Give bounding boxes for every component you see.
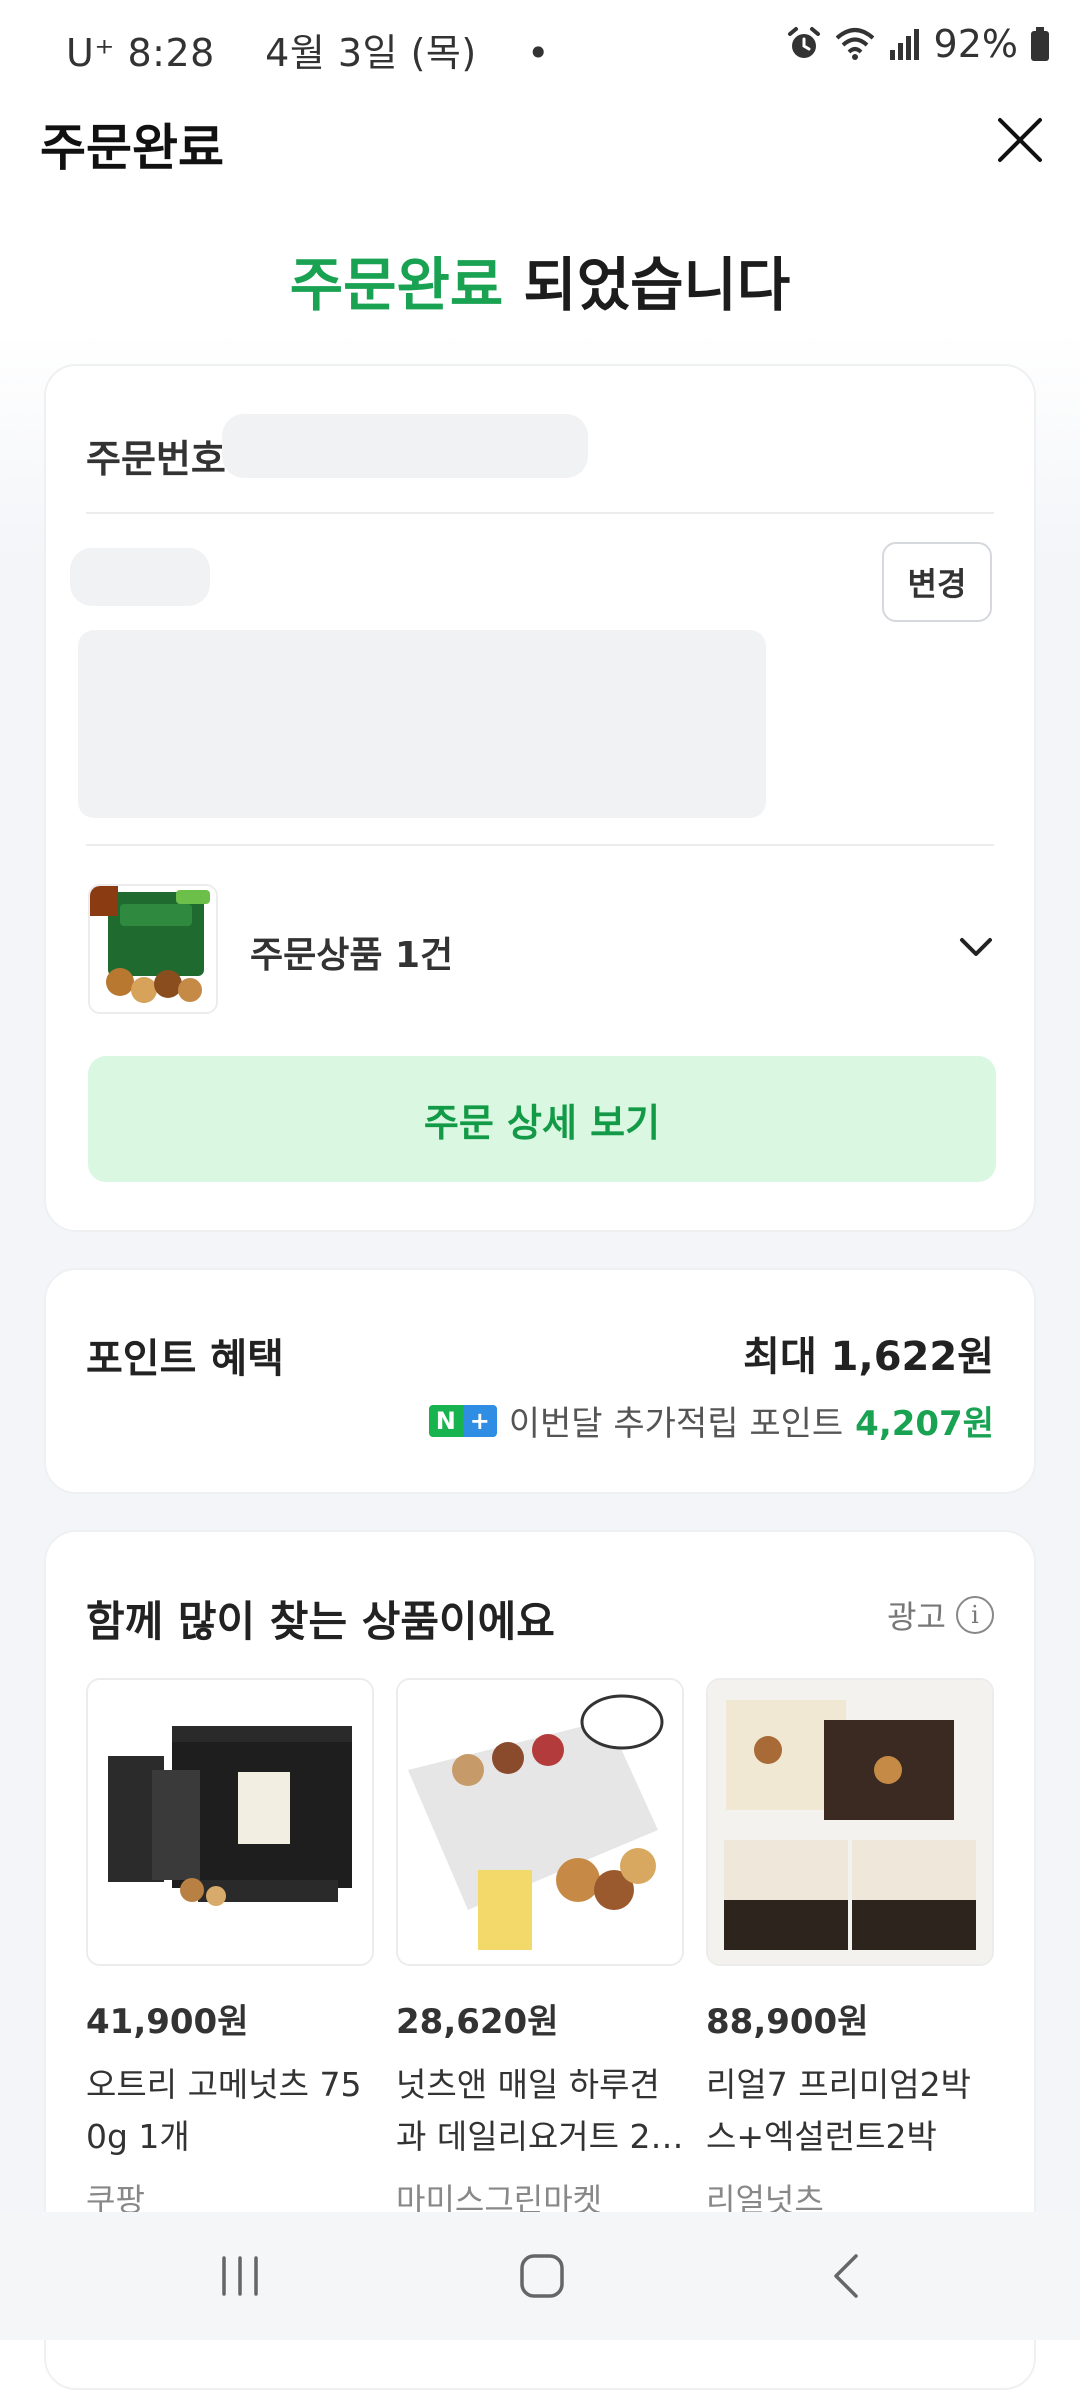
product-price: 28,620원 <box>396 2002 559 2042</box>
change-address-button[interactable]: 변경 <box>882 542 992 622</box>
headline-rest: 되었습니다 <box>503 251 791 319</box>
product-card[interactable]: 88,900원 리얼7 프리미엄2박스+엑설런트2박스… 리얼넛츠 <box>706 1678 994 2221</box>
order-number-label: 주문번호 <box>86 437 226 481</box>
date: 4월 3일 (목) <box>265 31 477 75</box>
order-detail-button[interactable]: 주문 상세 보기 <box>88 1056 996 1182</box>
product-card[interactable]: 41,900원 오트리 고메넛츠 750g 1개 쿠팡 <box>86 1678 374 2221</box>
signal-icon <box>889 29 919 60</box>
status-right: 92% <box>786 22 1050 66</box>
points-title: 포인트 혜택 <box>86 1336 284 1382</box>
product-card[interactable]: 28,620원 넛츠앤 매일 하루견과 데일리요거트 2… 마미스그린마켓 <box>396 1678 684 2221</box>
product-name[interactable]: 오트리 고메넛츠 750g 1개 <box>86 2059 374 2163</box>
page-title: 주문완료 <box>40 119 224 177</box>
points-benefit-card: 포인트 혜택 최대 1,622원 N + 이번달 추가적립 포인트 4,207원 <box>44 1268 1036 1494</box>
info-icon[interactable]: i <box>956 1596 994 1634</box>
back-icon[interactable] <box>818 2250 878 2302</box>
status-bar: U⁺ 8:28 4월 3일 (목) • 92% <box>0 0 1080 96</box>
completion-headline: 주문완료 되었습니다 <box>0 238 1080 322</box>
headline-accent: 주문완료 <box>289 251 504 319</box>
wifi-icon <box>835 28 874 60</box>
naver-plus-icon: N + <box>428 1404 497 1437</box>
close-icon[interactable] <box>992 112 1048 168</box>
order-number-masked <box>222 414 588 478</box>
order-item-count[interactable]: 주문상품 1건 <box>250 926 453 978</box>
notification-dot: • <box>527 31 550 75</box>
address-masked <box>78 630 766 818</box>
clock: 8:28 <box>127 31 215 75</box>
points-extra-label: 이번달 추가적립 포인트 <box>508 1404 844 1444</box>
product-name[interactable]: 리얼7 프리미엄2박스+엑설런트2박스… <box>706 2059 994 2163</box>
product-image[interactable] <box>396 1678 684 1966</box>
recommendation-title: 함께 많이 찾는 상품이에요 <box>86 1597 555 1646</box>
order-summary-card: 주문번호 변경 주문상품 1건 주문 상세 보기 <box>44 364 1036 1232</box>
battery-icon <box>1031 27 1049 61</box>
product-price: 88,900원 <box>706 2002 869 2042</box>
nut-package-image <box>90 886 216 1012</box>
points-extra-value: 4,207원 <box>855 1404 994 1444</box>
product-image[interactable] <box>706 1678 994 1966</box>
system-navigation-bar <box>0 2212 1080 2340</box>
points-extra-row: N + 이번달 추가적립 포인트 4,207원 <box>428 1396 994 1445</box>
recipient-name-masked <box>70 548 210 606</box>
nut-pouch-image <box>398 1680 682 1964</box>
product-image[interactable] <box>86 1678 374 1966</box>
ad-label[interactable]: 광고 i <box>887 1592 994 1638</box>
ad-text: 광고 <box>887 1598 946 1636</box>
status-left: U⁺ 8:28 4월 3일 (목) • <box>66 22 550 77</box>
divider <box>86 844 994 846</box>
product-name[interactable]: 넛츠앤 매일 하루견과 데일리요거트 2… <box>396 2059 684 2163</box>
alarm-icon <box>787 27 820 58</box>
product-thumbnail <box>88 884 218 1014</box>
carrier: U⁺ <box>66 31 115 75</box>
points-max: 최대 1,622원 <box>743 1334 994 1380</box>
divider <box>86 512 994 514</box>
product-price: 41,900원 <box>86 2002 249 2042</box>
battery-percent: 92% <box>933 22 1018 66</box>
nut-box-set-image <box>708 1680 992 1964</box>
chevron-down-icon[interactable] <box>956 928 996 968</box>
gift-box-image <box>88 1680 372 1964</box>
home-icon[interactable] <box>512 2250 572 2302</box>
recent-apps-icon[interactable] <box>210 2250 270 2302</box>
